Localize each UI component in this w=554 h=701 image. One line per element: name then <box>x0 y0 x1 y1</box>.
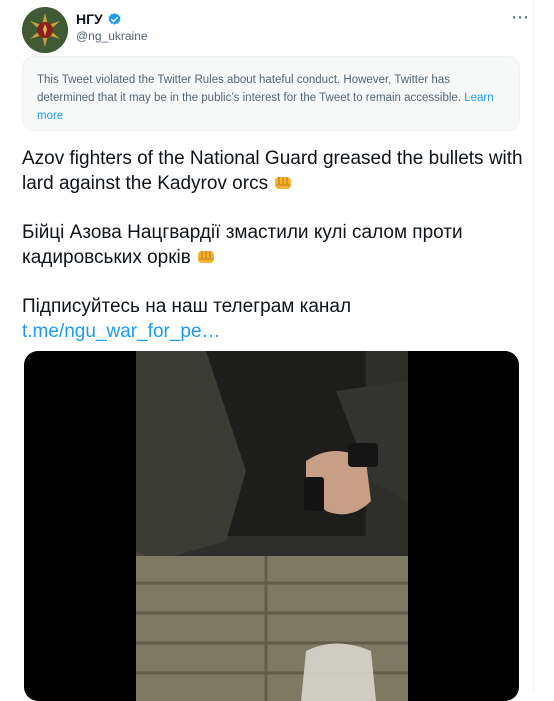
account-handle[interactable]: @ng_ukraine <box>76 29 148 43</box>
video-thumbnail-image <box>136 351 408 701</box>
tweet-line-ukrainian: Бійці Азова Нацгвардії змастили кулі сал… <box>22 222 463 268</box>
notice-text: This Tweet violated the Twitter Rules ab… <box>37 74 462 104</box>
tweet-line-subscribe: Підписуйтесь на наш телеграм канал <box>22 296 352 317</box>
national-guard-emblem-icon <box>22 7 68 53</box>
telegram-link[interactable]: t.me/ngu_war_for_pe… <box>22 321 221 342</box>
tweet-header: НГУ @ng_ukraine ⋯ <box>22 7 530 53</box>
verified-badge-icon <box>108 12 121 25</box>
display-name[interactable]: НГУ <box>76 11 103 27</box>
video-player[interactable] <box>24 351 519 701</box>
avatar[interactable] <box>22 7 68 53</box>
tweet-line-english: Azov fighters of the National Guard grea… <box>22 148 523 194</box>
content-notice: This Tweet violated the Twitter Rules ab… <box>22 56 520 131</box>
oncoming-fist-emoji-icon <box>198 251 215 263</box>
more-options-icon[interactable]: ⋯ <box>511 7 530 28</box>
video-thumbnail[interactable] <box>136 351 408 701</box>
scroll-edge <box>533 0 554 692</box>
oncoming-fist-emoji-icon <box>275 177 292 189</box>
tweet-body: Azov fighters of the National Guard grea… <box>22 146 532 344</box>
